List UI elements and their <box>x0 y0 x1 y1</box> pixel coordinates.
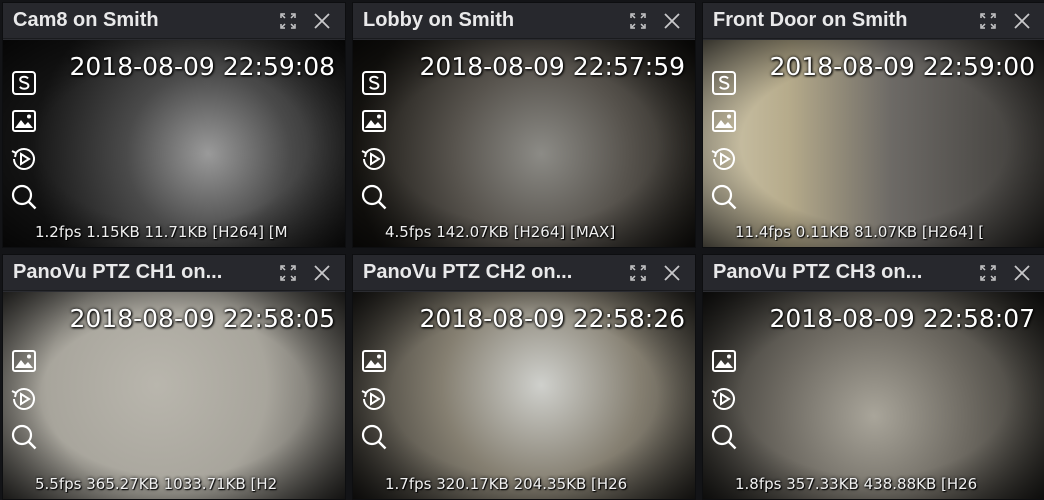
fullscreen-icon[interactable] <box>275 260 301 286</box>
close-icon[interactable] <box>309 260 335 286</box>
stream-stats: 5.5fps 365.27KB 1033.71KB [H2 <box>35 475 278 493</box>
close-icon[interactable] <box>659 260 685 286</box>
close-icon[interactable] <box>659 8 685 34</box>
fullscreen-icon[interactable] <box>275 8 301 34</box>
video-feed[interactable]: 2018-08-09 22:59:08 1.2fps 1.15KB 11.71K… <box>3 40 345 247</box>
video-feed[interactable]: 2018-08-09 22:58:26 1.7fps 320.17KB 204.… <box>353 292 695 499</box>
video-feed[interactable]: 2018-08-09 22:57:59 4.5fps 142.07KB [H26… <box>353 40 695 247</box>
video-feed[interactable]: 2018-08-09 22:58:05 5.5fps 365.27KB 1033… <box>3 292 345 499</box>
fullscreen-icon[interactable] <box>625 8 651 34</box>
tile-title: PanoVu PTZ CH2 on... <box>363 261 573 283</box>
tile-titlebar: PanoVu PTZ CH1 on... <box>3 255 345 291</box>
tile-titlebar: PanoVu PTZ CH3 on... <box>703 255 1044 291</box>
snapshot-s-icon[interactable] <box>709 68 739 98</box>
tile-title: PanoVu PTZ CH1 on... <box>13 261 223 283</box>
close-icon[interactable] <box>1009 8 1035 34</box>
search-icon[interactable] <box>359 182 389 212</box>
stream-stats: 1.7fps 320.17KB 204.35KB [H26 <box>385 475 628 493</box>
timestamp: 2018-08-09 22:59:08 <box>69 52 335 81</box>
tile-titlebar: Front Door on Smith <box>703 3 1044 39</box>
camera-tile-panovu-ch1[interactable]: PanoVu PTZ CH1 on... 2018-08-09 22:58:05 <box>2 254 346 500</box>
fullscreen-icon[interactable] <box>975 260 1001 286</box>
camera-grid: Cam8 on Smith 2018-08-09 22:59:08 1.2fps… <box>0 0 1044 500</box>
fullscreen-icon[interactable] <box>975 8 1001 34</box>
search-icon[interactable] <box>709 182 739 212</box>
tile-title: Front Door on Smith <box>713 9 908 31</box>
image-icon[interactable] <box>709 346 739 376</box>
tile-toolbar <box>709 346 739 452</box>
tile-title: PanoVu PTZ CH3 on... <box>713 261 923 283</box>
camera-tile-cam8[interactable]: Cam8 on Smith 2018-08-09 22:59:08 1.2fps… <box>2 2 346 248</box>
playback-icon[interactable] <box>709 144 739 174</box>
video-feed[interactable]: 2018-08-09 22:59:00 11.4fps 0.11KB 81.07… <box>703 40 1044 247</box>
image-icon[interactable] <box>359 346 389 376</box>
playback-icon[interactable] <box>9 144 39 174</box>
search-icon[interactable] <box>9 422 39 452</box>
image-icon[interactable] <box>9 346 39 376</box>
close-icon[interactable] <box>1009 260 1035 286</box>
tile-title: Cam8 on Smith <box>13 9 159 31</box>
tile-toolbar <box>359 346 389 452</box>
close-icon[interactable] <box>309 8 335 34</box>
image-icon[interactable] <box>709 106 739 136</box>
stream-stats: 4.5fps 142.07KB [H264] [MAX] <box>385 223 616 241</box>
search-icon[interactable] <box>9 182 39 212</box>
playback-icon[interactable] <box>709 384 739 414</box>
camera-tile-lobby[interactable]: Lobby on Smith 2018-08-09 22:57:59 4.5fp… <box>352 2 696 248</box>
tile-title: Lobby on Smith <box>363 9 515 31</box>
stream-stats: 11.4fps 0.11KB 81.07KB [H264] [ <box>735 223 985 241</box>
stream-stats: 1.2fps 1.15KB 11.71KB [H264] [M <box>35 223 288 241</box>
tile-titlebar: PanoVu PTZ CH2 on... <box>353 255 695 291</box>
timestamp: 2018-08-09 22:59:00 <box>769 52 1035 81</box>
playback-icon[interactable] <box>359 384 389 414</box>
timestamp: 2018-08-09 22:58:05 <box>69 304 335 333</box>
camera-tile-front-door[interactable]: Front Door on Smith 2018-08-09 22:59:00 <box>702 2 1044 248</box>
tile-toolbar <box>359 68 389 212</box>
playback-icon[interactable] <box>359 144 389 174</box>
tile-toolbar <box>9 346 39 452</box>
camera-tile-panovu-ch3[interactable]: PanoVu PTZ CH3 on... 2018-08-09 22:58:07 <box>702 254 1044 500</box>
stream-stats: 1.8fps 357.33KB 438.88KB [H26 <box>735 475 978 493</box>
image-icon[interactable] <box>9 106 39 136</box>
image-icon[interactable] <box>359 106 389 136</box>
timestamp: 2018-08-09 22:58:07 <box>769 304 1035 333</box>
search-icon[interactable] <box>709 422 739 452</box>
video-feed[interactable]: 2018-08-09 22:58:07 1.8fps 357.33KB 438.… <box>703 292 1044 499</box>
snapshot-s-icon[interactable] <box>9 68 39 98</box>
tile-titlebar: Lobby on Smith <box>353 3 695 39</box>
timestamp: 2018-08-09 22:57:59 <box>419 52 685 81</box>
timestamp: 2018-08-09 22:58:26 <box>419 304 685 333</box>
tile-toolbar <box>709 68 739 212</box>
camera-tile-panovu-ch2[interactable]: PanoVu PTZ CH2 on... 2018-08-09 22:58:26 <box>352 254 696 500</box>
snapshot-s-icon[interactable] <box>359 68 389 98</box>
search-icon[interactable] <box>359 422 389 452</box>
playback-icon[interactable] <box>9 384 39 414</box>
fullscreen-icon[interactable] <box>625 260 651 286</box>
tile-toolbar <box>9 68 39 212</box>
tile-titlebar: Cam8 on Smith <box>3 3 345 39</box>
